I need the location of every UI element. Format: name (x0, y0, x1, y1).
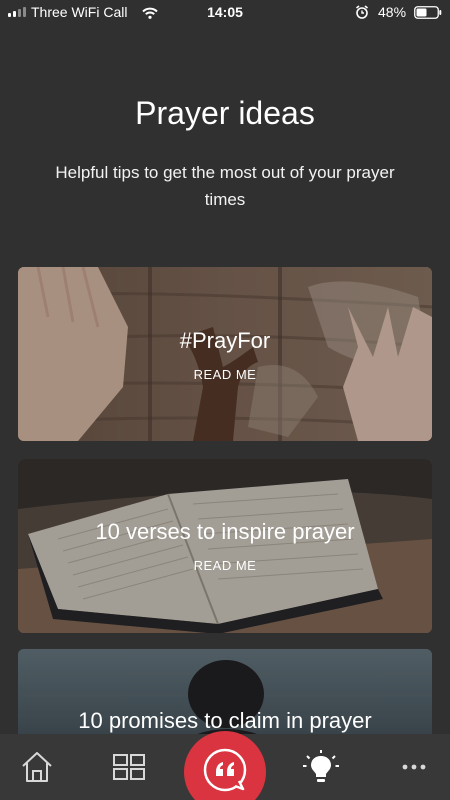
page-subtitle: Helpful tips to get the most out of your… (55, 163, 395, 209)
grid-icon[interactable] (111, 750, 147, 784)
quote-icon (203, 748, 247, 792)
read-me-link[interactable]: READ ME (18, 367, 432, 382)
page-title: Prayer ideas (135, 95, 315, 131)
home-icon[interactable] (19, 750, 55, 784)
open-bible-image (18, 459, 432, 633)
card-title: 10 verses to inspire prayer (95, 519, 355, 544)
battery-percentage: 48% (378, 4, 407, 20)
verses-card[interactable]: 10 verses to inspire prayer READ ME (18, 459, 432, 633)
app-screen: Three WiFi Call 14:05 48% Prayer ideas H… (0, 0, 450, 800)
prayfor-card[interactable]: #PrayFor READ ME (18, 267, 432, 441)
card-title: #PrayFor (179, 328, 271, 353)
read-me-link[interactable]: READ ME (18, 558, 432, 573)
status-bar: Three WiFi Call 14:05 48% (0, 0, 450, 26)
lightbulb-icon[interactable] (303, 750, 339, 784)
alarm-clock-icon (355, 5, 369, 22)
battery-icon (414, 6, 442, 22)
hands-on-wood-image (18, 267, 432, 441)
more-icon[interactable] (396, 750, 432, 784)
